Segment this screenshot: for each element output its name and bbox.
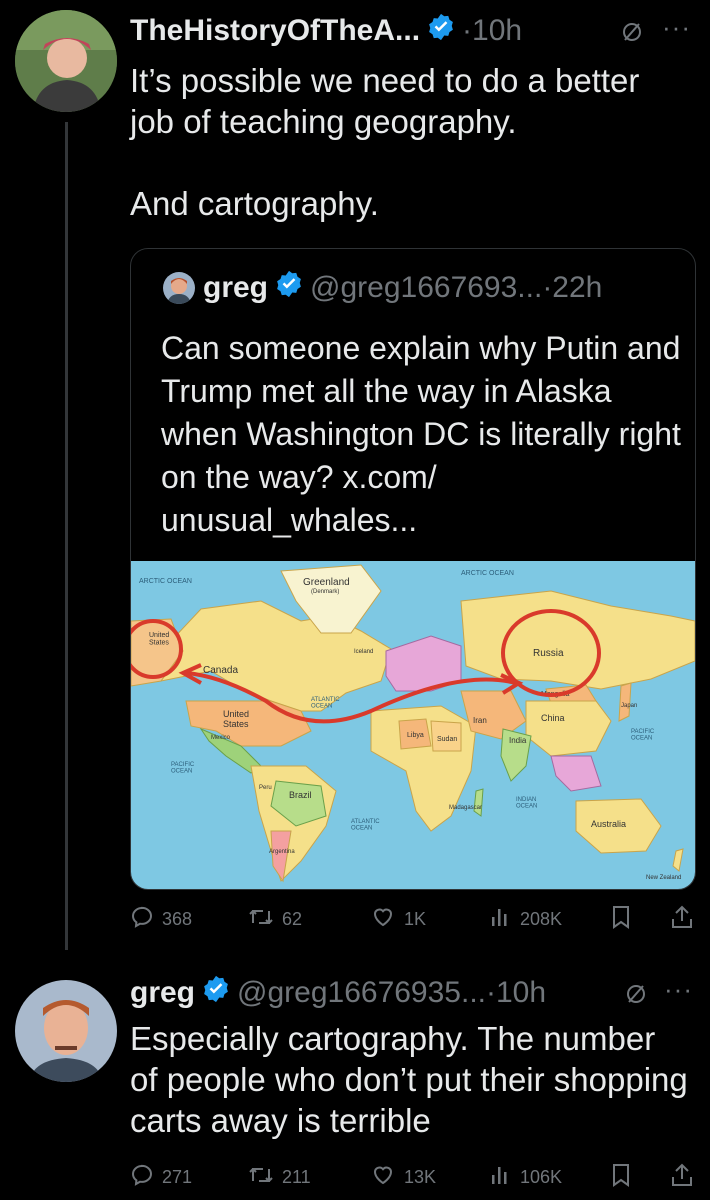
views-count: 106K <box>520 1166 563 1187</box>
verified-badge-icon <box>274 269 304 307</box>
timestamp[interactable]: ·10h <box>462 14 522 48</box>
map-label: ARCTIC OCEAN <box>461 570 514 577</box>
repost-button[interactable]: 62 <box>248 905 302 934</box>
tweet-header: greg @greg16676935... ·10h <box>130 974 546 1012</box>
map-label: India <box>509 736 527 745</box>
reply-icon <box>130 1163 154 1192</box>
map-label: China <box>541 713 565 723</box>
map-label: Canada <box>203 665 238 676</box>
reply-count: 368 <box>162 908 193 929</box>
like-icon <box>370 1163 396 1192</box>
display-name[interactable]: greg <box>203 271 268 305</box>
map-label: Madagascar <box>449 805 482 811</box>
share-icon <box>670 1162 694 1193</box>
map-label: Greenland <box>303 577 350 588</box>
quote-card[interactable]: greg @greg1667693... ·22h Can someone ex… <box>130 248 696 890</box>
views-button[interactable]: 208K <box>490 905 562 934</box>
views-count: 208K <box>520 908 563 929</box>
map-label: Mexico <box>211 735 231 741</box>
map-label: Russia <box>533 648 564 659</box>
bookmark-icon <box>610 904 632 935</box>
handle[interactable]: @greg16676935... <box>237 976 486 1010</box>
reply-count: 271 <box>162 1166 193 1187</box>
tweet-text: It’s possible we need to do a better job… <box>130 62 640 222</box>
map-label: Sudan <box>437 736 457 743</box>
repost-count: 211 <box>282 1166 311 1187</box>
map-label: Peru <box>259 785 272 791</box>
display-name[interactable]: TheHistoryOfTheA... <box>130 14 420 48</box>
tweet-actions: 368 62 1K 208K <box>130 902 700 936</box>
share-button[interactable] <box>670 904 694 935</box>
like-icon <box>370 905 396 934</box>
like-button[interactable]: 1K <box>370 905 426 934</box>
verified-badge-icon <box>426 12 456 50</box>
reply-button[interactable]: 368 <box>130 905 192 934</box>
map-label: (Denmark) <box>311 589 339 595</box>
map-label: Brazil <box>289 790 312 800</box>
thread-line <box>65 122 68 950</box>
bookmark-icon <box>610 1162 632 1193</box>
timestamp[interactable]: ·10h <box>486 976 546 1010</box>
map-label: Iran <box>473 716 487 725</box>
map-label: PACIFIC OCEAN <box>171 762 195 775</box>
bookmark-button[interactable] <box>610 904 632 935</box>
repost-icon <box>248 1163 274 1192</box>
repost-count: 62 <box>282 908 303 929</box>
grok-icon[interactable] <box>624 982 648 1011</box>
timestamp: ·22h <box>542 271 603 304</box>
reply-icon <box>130 905 154 934</box>
views-icon <box>490 1163 512 1192</box>
grok-icon[interactable] <box>620 20 644 49</box>
map-label: Japan <box>621 703 637 709</box>
map-label: Argentina <box>269 849 295 855</box>
verified-badge-icon <box>201 974 231 1012</box>
display-name[interactable]: greg <box>130 976 195 1010</box>
map-label: PACIFIC OCEAN <box>631 729 655 742</box>
like-count: 1K <box>404 908 427 929</box>
share-button[interactable] <box>670 1162 694 1193</box>
reply-button[interactable]: 271 <box>130 1163 192 1192</box>
repost-icon <box>248 905 274 934</box>
more-icon[interactable]: ··· <box>664 974 693 1005</box>
views-button[interactable]: 106K <box>490 1163 562 1192</box>
share-icon <box>670 904 694 935</box>
tweet-text: Especially cartography. The number of pe… <box>130 1020 697 1139</box>
map-label: Libya <box>407 732 424 739</box>
map-label: New Zealand <box>646 875 681 881</box>
map-label: United States <box>149 632 169 647</box>
tweet-actions: 271 211 13K 106K <box>130 1160 700 1194</box>
avatar[interactable] <box>15 10 117 112</box>
more-icon[interactable]: ··· <box>662 12 691 43</box>
avatar[interactable] <box>15 980 117 1082</box>
quote-text: Can someone explain why Putin and Trump … <box>161 330 681 538</box>
quote-header: greg @greg1667693... ·22h <box>163 269 602 307</box>
map-label: Iceland <box>354 649 373 655</box>
map-label: United States <box>223 709 249 729</box>
avatar <box>163 272 195 304</box>
handle[interactable]: @greg1667693... <box>310 271 542 305</box>
map-label: ARCTIC OCEAN <box>139 578 192 585</box>
tweet-header: TheHistoryOfTheA... ·10h <box>130 12 522 50</box>
views-icon <box>490 905 512 934</box>
map-label: INDIAN OCEAN <box>516 797 537 810</box>
world-map-image[interactable]: ARCTIC OCEAN ARCTIC OCEAN Greenland (Den… <box>131 561 695 889</box>
map-label: Australia <box>591 819 626 829</box>
like-button[interactable]: 13K <box>370 1163 436 1192</box>
repost-button[interactable]: 211 <box>248 1163 311 1192</box>
like-count: 13K <box>404 1166 437 1187</box>
bookmark-button[interactable] <box>610 1162 632 1193</box>
